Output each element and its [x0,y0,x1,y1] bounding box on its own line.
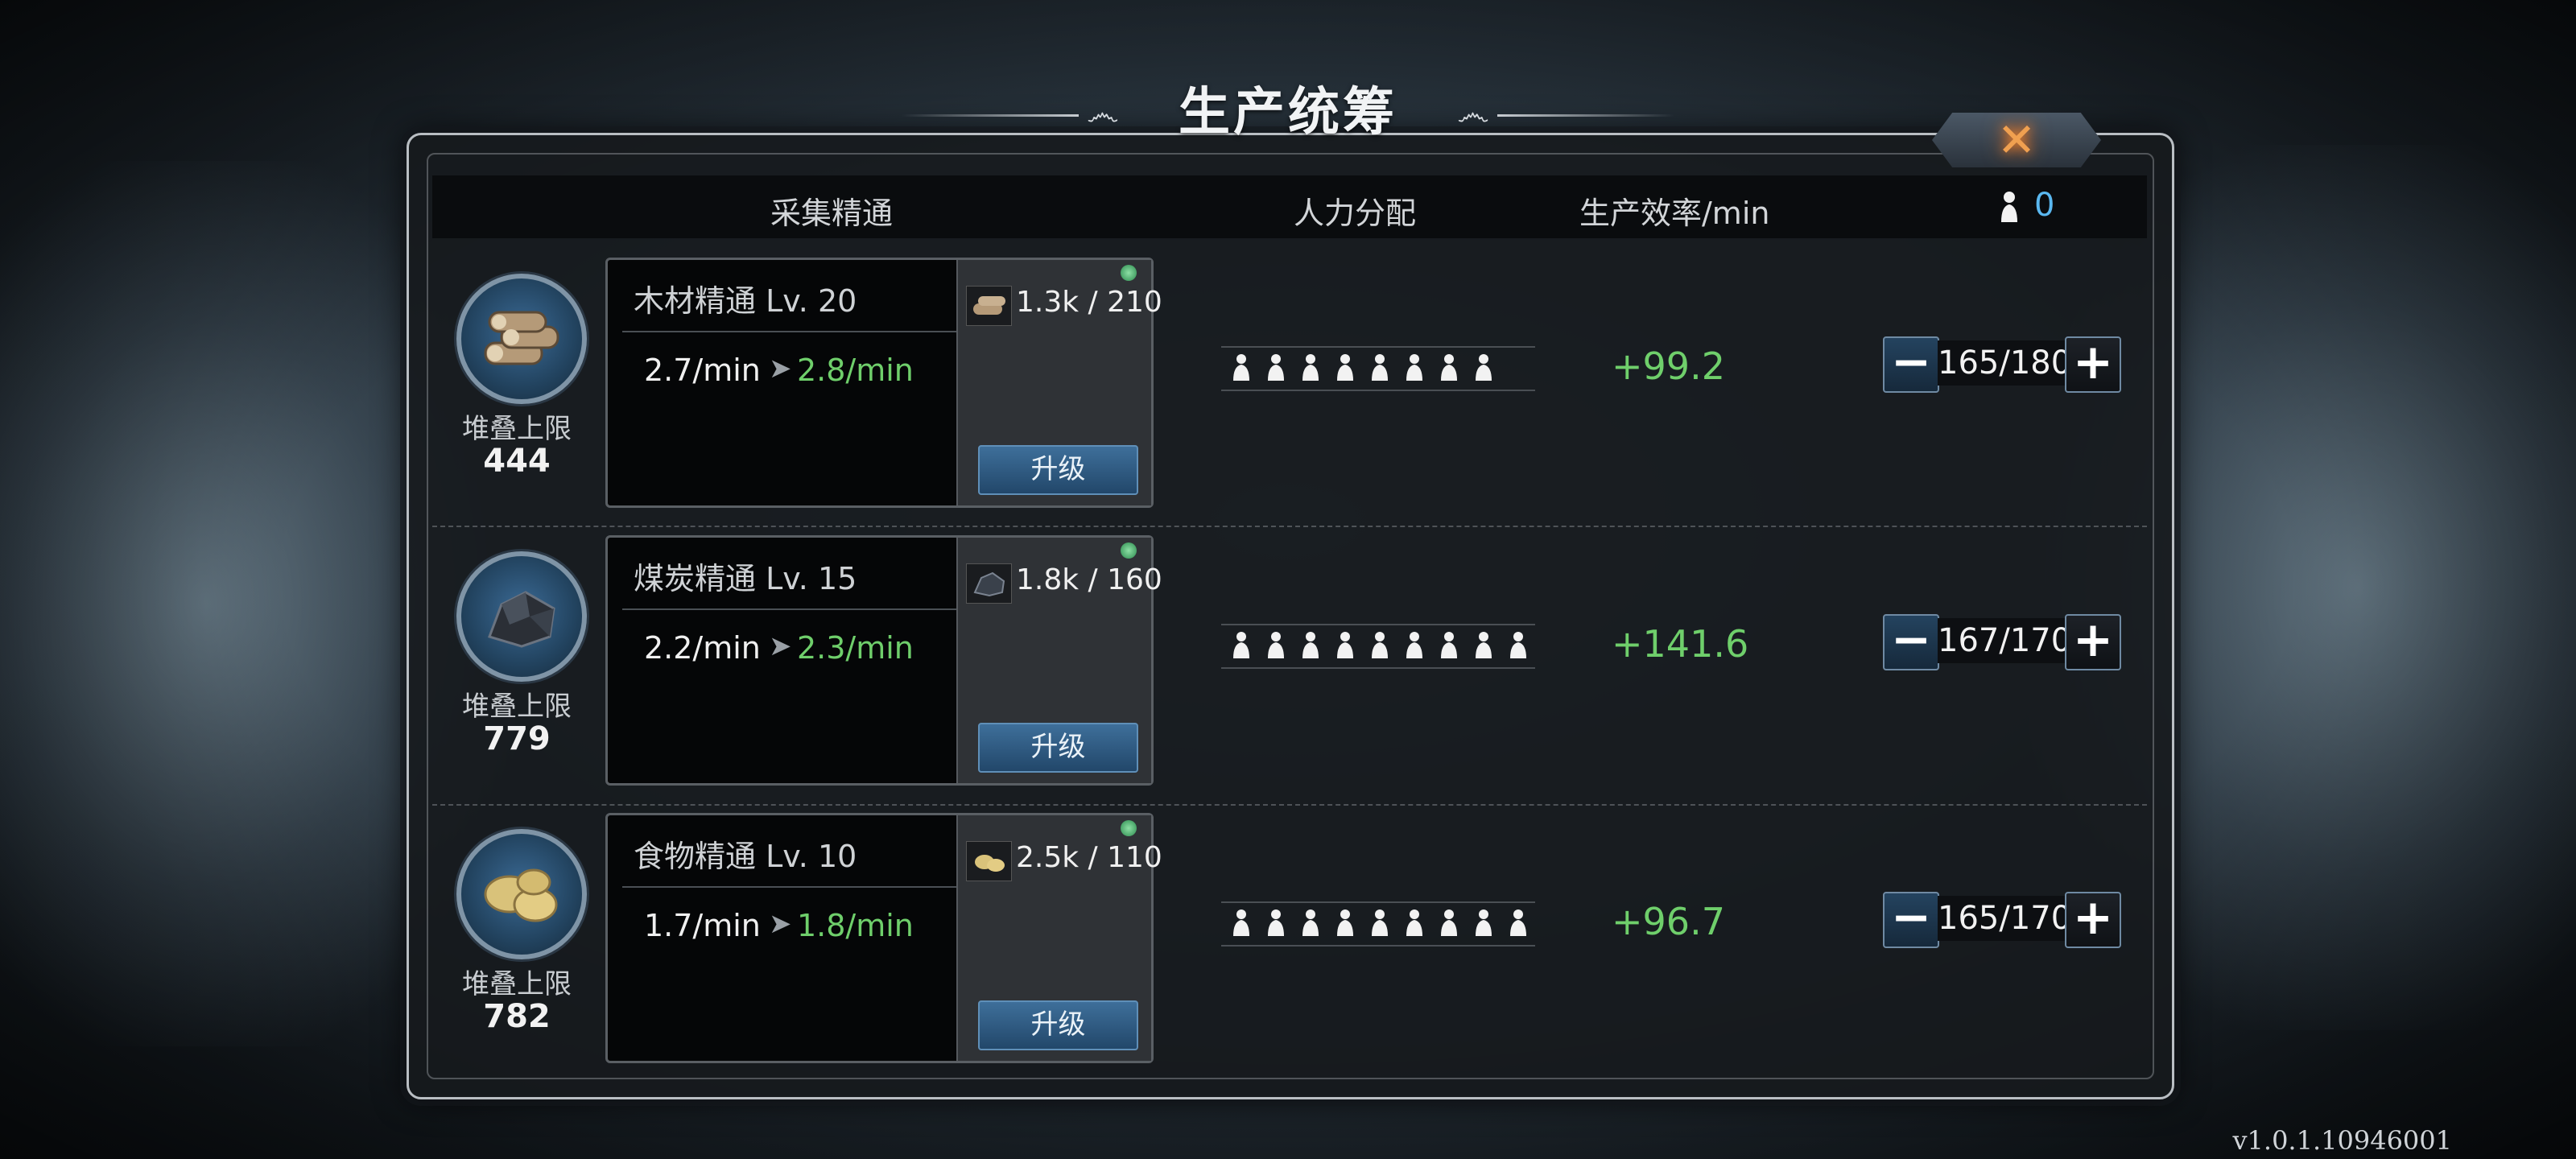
upgrade-section: 1.3k / 210 升级 [956,260,1162,505]
worker-icon [1441,354,1457,381]
worker-icon [1406,909,1422,936]
decrease-workers-button[interactable]: − [1883,336,1939,393]
current-rate: 2.7/min [644,353,761,388]
worker-icon [1302,632,1319,658]
status-dot-icon [1121,542,1137,559]
wood-logs-icon [966,286,1012,326]
worker-icon [1372,632,1388,658]
production-efficiency: +99.2 [1612,344,1725,388]
increase-workers-button[interactable]: + [2065,336,2121,393]
worker-icon [1476,632,1492,658]
worker-icon [1372,354,1388,381]
idle-worker-count: 0 [2034,187,2055,224]
worker-icon [1233,909,1249,936]
item-count: 1.3k / 210 [1016,286,1162,319]
mastery-title: 食物精通 Lv. 10 [634,839,857,874]
version-label: v1.0.1.10946001 [2232,1125,2452,1156]
item-count: 1.8k / 160 [1016,563,1162,596]
upgrade-section: 1.8k / 160 升级 [956,538,1162,783]
arrow-right-icon: ➤ [769,908,792,940]
production-efficiency: +96.7 [1612,900,1725,943]
worker-icon [1337,909,1353,936]
status-dot-icon [1121,820,1137,836]
worker-icon [1302,909,1319,936]
decrease-workers-button[interactable]: − [1883,614,1939,670]
header-efficiency: 生产效率/min [1579,196,1770,231]
worker-icon [2001,192,2017,222]
worker-icon [1441,632,1457,658]
upgrade-button[interactable]: 升级 [978,1000,1138,1050]
upgrade-button[interactable]: 升级 [978,445,1138,495]
worker-icon [1510,909,1526,936]
worker-icon [1406,354,1422,381]
worker-icon [1337,354,1353,381]
worker-icon [1233,632,1249,658]
coal-ore-icon [456,551,587,682]
decrease-workers-button[interactable]: − [1883,892,1939,948]
card-divider [622,886,960,888]
worker-icon [1337,632,1353,658]
worker-icon [1233,354,1249,381]
mastery-title: 煤炭精通 Lv. 15 [634,561,857,596]
close-button[interactable]: ✕ [1932,113,2101,167]
production-row-wood: 堆叠上限 444 木材精通 Lv. 20 2.7/min ➤ 2.8/min 1… [432,250,2147,527]
worker-icon [1268,354,1284,381]
production-row-coal: 堆叠上限 779 煤炭精通 Lv. 15 2.2/min ➤ 2.3/min 1… [432,527,2147,805]
card-divider [622,608,960,610]
coal-ore-icon [966,563,1012,604]
production-efficiency: +141.6 [1612,622,1749,666]
header-gather-mastery: 采集精通 [770,196,894,231]
worker-stepper-value: 165/170 [1938,896,2071,941]
increase-workers-button[interactable]: + [2065,614,2121,670]
upgrade-section: 2.5k / 110 升级 [956,815,1162,1061]
worker-icon [1476,354,1492,381]
stack-limit-label: 堆叠上限 [462,413,572,445]
mastery-card: 食物精通 Lv. 10 1.7/min ➤ 1.8/min 2.5k / 110… [605,813,1162,1063]
arrow-right-icon: ➤ [769,630,792,662]
stack-limit-value: 779 [483,720,551,757]
next-rate: 1.8/min [797,908,914,943]
worker-icon [1268,909,1284,936]
wood-logs-icon [456,274,587,404]
upgrade-button[interactable]: 升级 [978,723,1138,773]
current-rate: 1.7/min [644,908,761,943]
current-rate: 2.2/min [644,630,761,666]
worker-stepper-value: 165/180 [1938,340,2071,386]
status-dot-icon [1121,265,1137,281]
item-count: 2.5k / 110 [1016,841,1162,874]
worker-icon [1441,909,1457,936]
stack-limit-value: 782 [483,998,551,1035]
worker-icon [1372,909,1388,936]
stack-limit-label: 堆叠上限 [462,691,572,723]
close-icon: ✕ [1996,113,2037,167]
title-banner: ෴ 生产统筹 ෴ [902,63,1674,143]
mastery-title: 木材精通 Lv. 20 [634,283,857,319]
worker-allocation-bar [1221,346,1535,391]
worker-stepper-value: 167/170 [1938,618,2071,663]
worker-icon [1268,632,1284,658]
next-rate: 2.8/min [797,353,914,388]
next-rate: 2.3/min [797,630,914,666]
card-divider [622,331,960,332]
potato-food-icon [966,841,1012,881]
production-row-food: 堆叠上限 782 食物精通 Lv. 10 1.7/min ➤ 1.8/min 2… [432,805,2147,1083]
worker-icon [1510,632,1526,658]
arrow-right-icon: ➤ [769,353,792,385]
title-line-right [1497,114,1674,117]
mastery-card: 木材精通 Lv. 20 2.7/min ➤ 2.8/min 1.3k / 210… [605,258,1162,508]
stack-limit-label: 堆叠上限 [462,968,572,1000]
potato-food-icon [456,829,587,959]
increase-workers-button[interactable]: + [2065,892,2121,948]
mastery-card: 煤炭精通 Lv. 15 2.2/min ➤ 2.3/min 1.8k / 160… [605,535,1162,786]
worker-icon [1406,632,1422,658]
worker-icon [1476,909,1492,936]
page-title: 生产统筹 [1179,82,1397,142]
stack-limit-value: 444 [483,443,551,480]
worker-allocation-bar [1221,901,1535,947]
worker-icon [1302,354,1319,381]
ornament-right-icon: ෴ [1457,93,1489,133]
table-header: 采集精通 人力分配 生产效率/min 0 [432,175,2147,238]
worker-allocation-bar [1221,624,1535,669]
header-manpower: 人力分配 [1294,196,1417,231]
